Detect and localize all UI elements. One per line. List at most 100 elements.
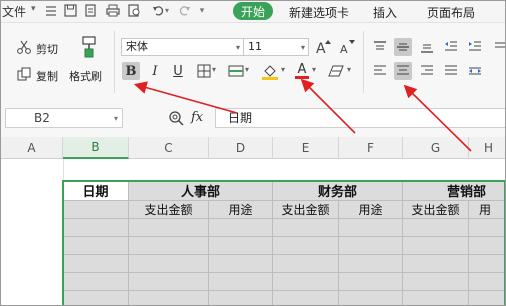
column-header-h[interactable]: H <box>469 137 505 159</box>
redo-icon[interactable] <box>177 3 192 18</box>
justify-icon[interactable] <box>442 62 460 80</box>
align-middle-icon[interactable] <box>394 38 412 56</box>
tab-new-tab[interactable]: 新建选项卡 <box>289 4 349 21</box>
table-cell[interactable] <box>339 219 403 237</box>
table-cell[interactable] <box>63 255 129 273</box>
font-color-button[interactable]: A <box>293 62 311 80</box>
empty-row[interactable] <box>63 159 505 182</box>
column-header-e[interactable]: E <box>273 137 339 159</box>
align-right-icon[interactable] <box>418 62 436 80</box>
chevron-down-icon[interactable]: ▾ <box>31 4 36 14</box>
font-name-select[interactable]: 宋体 ▾ <box>121 38 244 56</box>
format-painter-icon[interactable] <box>77 35 101 59</box>
column-header-a[interactable]: A <box>1 137 63 159</box>
cell-sales-amount[interactable]: 支出金额 <box>403 201 469 219</box>
align-center-icon[interactable] <box>394 62 412 80</box>
table-cell[interactable] <box>273 291 339 305</box>
table-cell[interactable] <box>129 219 209 237</box>
table-cell[interactable] <box>209 255 273 273</box>
format-painter-button[interactable]: 格式刷 <box>69 68 102 84</box>
cell-b2-date[interactable]: 日期 <box>63 181 129 201</box>
table-cell[interactable] <box>339 273 403 291</box>
table-cell[interactable] <box>469 291 505 305</box>
table-cell[interactable] <box>469 219 505 237</box>
table-cell[interactable] <box>403 291 469 305</box>
cell-b3[interactable] <box>63 201 129 219</box>
table-cell[interactable] <box>63 237 129 255</box>
table-cell[interactable] <box>469 237 505 255</box>
bold-button[interactable]: B <box>122 62 140 80</box>
cell-finance-amount[interactable]: 支出金额 <box>273 201 339 219</box>
tab-insert[interactable]: 插入 <box>373 4 397 21</box>
cell-sales-purpose[interactable]: 用 <box>469 201 505 219</box>
distributed-align-icon[interactable] <box>466 62 484 80</box>
table-cell[interactable] <box>63 273 129 291</box>
column-header-g[interactable]: G <box>403 137 469 159</box>
table-cell[interactable] <box>209 291 273 305</box>
table-cell[interactable] <box>209 237 273 255</box>
table-cell[interactable] <box>403 237 469 255</box>
increase-indent-icon[interactable] <box>466 38 484 56</box>
tab-home[interactable]: 开始 <box>233 2 273 20</box>
chevron-down-icon[interactable]: ▾ <box>114 110 118 128</box>
copy-icon[interactable] <box>15 65 33 83</box>
align-bottom-icon[interactable] <box>418 38 436 56</box>
font-size-select[interactable]: 11 ▾ <box>243 38 309 56</box>
increase-font-icon[interactable]: A <box>315 38 333 56</box>
name-box[interactable]: B2 ▾ <box>5 108 123 128</box>
table-cell[interactable] <box>273 219 339 237</box>
undo-dropdown-icon[interactable]: ▾ <box>163 3 171 18</box>
customize-toolbar-icon[interactable]: ▾ <box>197 3 207 18</box>
table-cell[interactable] <box>209 219 273 237</box>
cell-finance-department[interactable]: 财务部 <box>273 181 403 201</box>
tab-page-layout[interactable]: 页面布局 <box>427 4 475 21</box>
scissors-icon[interactable] <box>15 38 33 56</box>
column-header-d[interactable]: D <box>209 137 273 159</box>
cell-style-icon[interactable] <box>227 62 245 80</box>
menu-icon[interactable] <box>43 3 58 18</box>
column-header-f[interactable]: F <box>339 137 403 159</box>
table-cell[interactable] <box>63 291 129 305</box>
table-cell[interactable] <box>129 291 209 305</box>
align-left-icon[interactable] <box>371 62 389 80</box>
table-cell[interactable] <box>339 291 403 305</box>
chevron-down-icon[interactable]: ▾ <box>212 65 216 74</box>
table-cell[interactable] <box>403 255 469 273</box>
copy-button[interactable]: 复制 <box>36 68 58 84</box>
table-cell[interactable] <box>273 237 339 255</box>
table-cell[interactable] <box>129 237 209 255</box>
italic-button[interactable]: I <box>146 62 164 80</box>
chevron-down-icon[interactable]: ▾ <box>347 65 351 74</box>
eraser-icon[interactable] <box>327 62 345 80</box>
table-cell[interactable] <box>339 255 403 273</box>
formula-input[interactable]: 日期 <box>215 108 505 128</box>
table-cell[interactable] <box>469 273 505 291</box>
table-cell[interactable] <box>339 237 403 255</box>
more-options-icon[interactable] <box>491 38 505 56</box>
table-cell[interactable] <box>129 273 209 291</box>
table-cell[interactable] <box>273 273 339 291</box>
chevron-down-icon[interactable]: ▾ <box>281 65 285 74</box>
underline-button[interactable]: U <box>169 62 187 80</box>
fill-color-icon[interactable] <box>261 62 279 80</box>
export-pdf-icon[interactable] <box>83 3 98 18</box>
align-top-icon[interactable] <box>371 38 389 56</box>
column-header-c[interactable]: C <box>129 137 209 159</box>
decrease-font-icon[interactable]: A <box>339 38 357 56</box>
cell-hr-department[interactable]: 人事部 <box>129 181 273 201</box>
zoom-search-icon[interactable] <box>167 109 185 127</box>
table-cell[interactable] <box>273 255 339 273</box>
decrease-indent-icon[interactable] <box>442 38 460 56</box>
column-a-cells[interactable] <box>1 159 64 305</box>
table-cell[interactable] <box>403 273 469 291</box>
cell-finance-purpose[interactable]: 用途 <box>339 201 403 219</box>
cell-hr-amount[interactable]: 支出金额 <box>129 201 209 219</box>
table-cell[interactable] <box>209 273 273 291</box>
print-icon[interactable] <box>105 3 120 18</box>
print-preview-icon[interactable] <box>127 3 142 18</box>
table-cell[interactable] <box>129 255 209 273</box>
save-icon[interactable] <box>63 3 78 18</box>
borders-icon[interactable] <box>195 62 213 80</box>
fx-icon[interactable]: fx <box>191 110 203 125</box>
cell-sales-department[interactable]: 营销部 <box>403 181 505 201</box>
